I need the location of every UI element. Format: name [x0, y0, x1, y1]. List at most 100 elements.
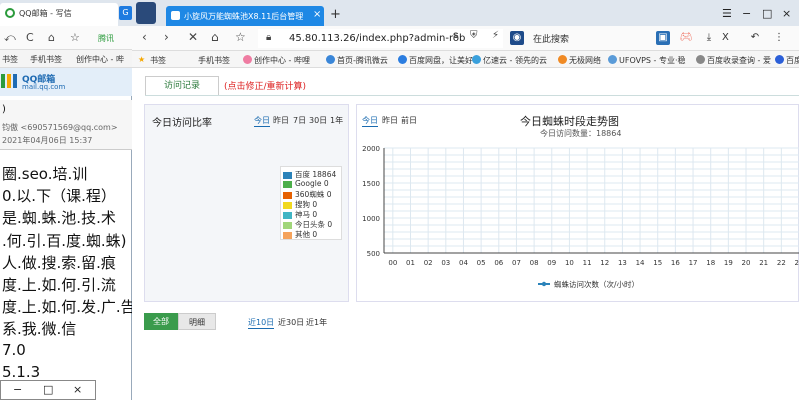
range-30d-link[interactable]: 近30日: [278, 317, 304, 328]
x-tick-label: 11: [583, 259, 592, 267]
range-10d-link[interactable]: 近10日: [248, 317, 275, 329]
star-icon[interactable]: ☆: [70, 31, 80, 44]
y-tick-label: 1500: [362, 180, 380, 188]
left-bookmark[interactable]: 创作中心 - 哔: [76, 54, 124, 65]
legend-swatch: [283, 221, 292, 229]
recalculate-link[interactable]: (点击修正/重新计算): [224, 79, 306, 92]
x-tick-label: 02: [424, 259, 433, 267]
mail-subject: ): [2, 104, 6, 115]
tab-close-icon[interactable]: ×: [313, 9, 321, 20]
close-window-icon[interactable]: ×: [782, 7, 791, 20]
ratio-range-today[interactable]: 今日: [254, 115, 270, 127]
x-tick-label: 21: [759, 259, 768, 267]
mail-line: 是.蜘.蛛.池.技.术: [2, 209, 116, 228]
filter-detail-button[interactable]: 明细: [178, 313, 216, 330]
profile-avatar[interactable]: [136, 2, 156, 24]
bookmark-star-icon: ★: [138, 55, 146, 64]
star-icon[interactable]: ☆: [235, 30, 246, 44]
mail-sender: 钧傲 <690571569@qq.com>: [2, 123, 118, 132]
legend-swatch: [283, 171, 292, 179]
aizhan-icon: [696, 55, 705, 64]
ratio-range-yesterday[interactable]: 昨日: [273, 115, 289, 126]
x-tick-label: 09: [547, 259, 556, 267]
trend-range-yesterday[interactable]: 昨日: [382, 115, 398, 126]
bookmark-item[interactable]: 无极网络: [569, 55, 601, 66]
range-1y-link[interactable]: 近1年: [306, 317, 327, 328]
baidu-pan-icon: [398, 55, 407, 64]
left-bookmark[interactable]: 手机书签: [30, 54, 62, 65]
left-newtab-button[interactable]: G: [119, 6, 132, 20]
search-engine-icon[interactable]: ◉: [510, 31, 524, 45]
gamepad-icon[interactable]: 🎮︎: [679, 31, 693, 45]
y-tick-label: 500: [367, 250, 380, 258]
x-tick-label: 17: [689, 259, 698, 267]
ratio-range-7d[interactable]: 7日: [293, 115, 306, 126]
left-bookmark-bar: 书签 手机书签 创作中心 - 哔: [0, 50, 132, 68]
tab-favicon-icon: [171, 11, 180, 20]
back-icon[interactable]: ⤺: [4, 31, 16, 45]
spider-trend-chart: 500 1000 1500 2000 00 01 02 03 04 05 06 07 08 09 10 11 1…: [362, 145, 799, 289]
zoom-indicator[interactable]: X: [722, 31, 729, 45]
bookmark-item[interactable]: 手机书签: [198, 55, 230, 66]
new-tab-button[interactable]: +: [330, 7, 341, 22]
download-icon[interactable]: ⤓: [702, 31, 716, 45]
y-tick-label: 2000: [362, 145, 380, 153]
legend-swatch: [283, 191, 292, 199]
mail-date: 2021年04月06日 15:37: [2, 136, 93, 145]
left-bookmark[interactable]: 书签: [2, 54, 18, 65]
close-icon[interactable]: ×: [73, 383, 82, 396]
minimize-icon[interactable]: −: [13, 383, 22, 396]
stop-icon[interactable]: ✕: [188, 30, 198, 44]
ratio-legend-item[interactable]: 其他 0: [283, 229, 317, 240]
yisu-icon: [472, 55, 481, 64]
legend-swatch: [283, 201, 292, 209]
search-input[interactable]: 在此搜索: [533, 32, 569, 45]
reload-icon[interactable]: C: [26, 31, 34, 44]
trend-range-day-before[interactable]: 前日: [401, 115, 417, 126]
menu-icon[interactable]: ☰: [722, 7, 732, 20]
bookmark-item[interactable]: 百度网盘，让美好: [409, 55, 473, 66]
mail-line: 人.做.搜.索.留.痕: [2, 253, 116, 272]
ratio-range-1y[interactable]: 1年: [330, 115, 343, 126]
visit-ratio-title: 今日访问比率: [152, 118, 212, 129]
x-tick-label: 03: [441, 259, 450, 267]
ratio-legend-item[interactable]: Google 0: [283, 179, 329, 188]
shield-icon[interactable]: ⛨: [470, 30, 478, 41]
mail-line: 度.上.如.何.发.广.告: [2, 298, 136, 317]
undo-icon[interactable]: ↶: [748, 31, 762, 45]
tab-visit-records[interactable]: 访问记录: [145, 76, 219, 95]
ufovps-icon: [608, 55, 617, 64]
bookmark-item[interactable]: 百度收录查询 - 爱: [707, 55, 771, 66]
left-tab-title: QQ邮箱 - 写信: [19, 9, 72, 18]
reader-icon[interactable]: 𝐬: [453, 30, 459, 41]
filter-all-button[interactable]: 全部: [144, 313, 178, 330]
bookmark-item[interactable]: 百度: [786, 55, 799, 66]
address-text[interactable]: 45.80.113.26/index.php?admin-rob: [289, 33, 465, 44]
trend-range-today[interactable]: 今日: [362, 115, 378, 127]
compose-window-controls: − □ ×: [0, 380, 96, 400]
ratio-range-30d[interactable]: 30日: [309, 115, 327, 126]
tab-divider: [145, 95, 799, 96]
minimize-window-icon[interactable]: −: [742, 7, 751, 20]
extension-icon[interactable]: ▣: [656, 31, 670, 45]
home-icon[interactable]: ⌂: [211, 30, 219, 44]
tencent-link[interactable]: 腾讯: [98, 33, 114, 44]
x-tick-label: 07: [512, 259, 521, 267]
more-icon[interactable]: ⋮: [772, 31, 786, 45]
back-icon[interactable]: ‹: [142, 30, 147, 44]
bolt-icon[interactable]: ⚡: [492, 30, 499, 41]
bookmark-item[interactable]: UFOVPS - 专业·稳: [619, 55, 686, 66]
qq-mail-tab-icon: [5, 8, 15, 18]
x-tick-label: 04: [459, 259, 468, 267]
x-tick-label: 20: [742, 259, 751, 267]
bookmark-item[interactable]: 首页-腾讯微云: [337, 55, 388, 66]
bookmark-item[interactable]: 亿速云 - 领先的云: [483, 55, 547, 66]
bookmark-item[interactable]: 书签: [150, 55, 166, 66]
x-tick-label: 16: [671, 259, 680, 267]
bookmark-item[interactable]: 创作中心 - 哔哩: [254, 55, 310, 66]
x-tick-label: 23: [795, 259, 799, 267]
home-icon[interactable]: ⌂: [48, 31, 55, 44]
maximize-window-icon[interactable]: □: [762, 7, 772, 20]
forward-icon[interactable]: ›: [164, 30, 169, 44]
maximize-icon[interactable]: □: [43, 383, 53, 396]
